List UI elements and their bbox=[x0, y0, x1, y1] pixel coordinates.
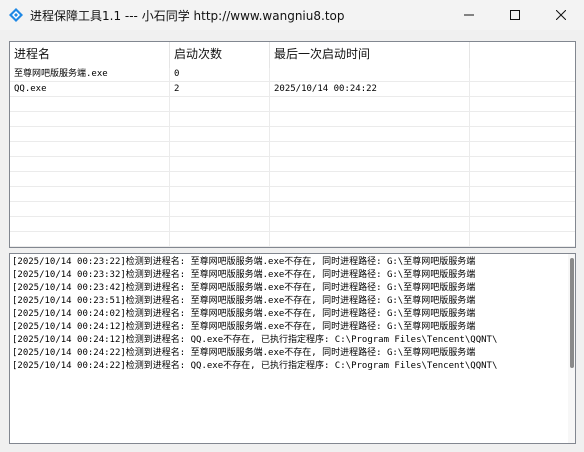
cell-process-name: QQ.exe bbox=[14, 84, 47, 94]
log-line: [2025/10/14 00:24:12]检测到进程名: 至尊网吧版服务端.ex… bbox=[12, 322, 476, 332]
column-header-last-launch-time[interactable]: 最后一次启动时间 bbox=[270, 42, 470, 68]
minimize-button[interactable] bbox=[446, 0, 492, 30]
window-title: 进程保障工具1.1 --- 小石同学 http://www.wangniu8.t… bbox=[30, 9, 345, 23]
log-line: [2025/10/14 00:24:22]检测到进程名: 至尊网吧版服务端.ex… bbox=[12, 348, 476, 358]
column-header-launch-count[interactable]: 启动次数 bbox=[170, 42, 270, 68]
log-output[interactable]: [2025/10/14 00:23:22]检测到进程名: 至尊网吧版服务端.ex… bbox=[9, 253, 576, 444]
cell-last-launch-time: 2025/10/14 00:24:22 bbox=[274, 84, 377, 94]
process-list[interactable]: 进程名 启动次数 最后一次启动时间 至尊网吧版服务端.exe 0 QQ.exe … bbox=[9, 41, 576, 248]
list-header: 进程名 启动次数 最后一次启动时间 bbox=[10, 42, 575, 68]
log-scrollbar[interactable] bbox=[568, 254, 575, 443]
cell-launch-count: 2 bbox=[174, 84, 180, 94]
close-button[interactable] bbox=[538, 0, 584, 30]
cell-launch-count: 0 bbox=[174, 69, 180, 79]
log-line: [2025/10/14 00:23:51]检测到进程名: 至尊网吧版服务端.ex… bbox=[12, 296, 476, 306]
title-bar[interactable]: 进程保障工具1.1 --- 小石同学 http://www.wangniu8.t… bbox=[0, 0, 584, 30]
maximize-button[interactable] bbox=[492, 0, 538, 30]
log-line: [2025/10/14 00:24:02]检测到进程名: 至尊网吧版服务端.ex… bbox=[12, 309, 476, 319]
minimize-icon bbox=[464, 14, 474, 16]
close-icon bbox=[556, 10, 566, 20]
log-line: [2025/10/14 00:24:12]检测到进程名: QQ.exe不存在, … bbox=[12, 335, 498, 345]
table-row[interactable]: 至尊网吧版服务端.exe 0 bbox=[10, 68, 575, 82]
scroll-thumb[interactable] bbox=[570, 258, 574, 368]
maximize-icon bbox=[510, 10, 520, 20]
column-header-process-name[interactable]: 进程名 bbox=[10, 42, 170, 68]
log-line: [2025/10/14 00:23:32]检测到进程名: 至尊网吧版服务端.ex… bbox=[12, 270, 476, 280]
log-line: [2025/10/14 00:23:22]检测到进程名: 至尊网吧版服务端.ex… bbox=[12, 257, 476, 267]
app-icon bbox=[9, 8, 23, 22]
log-line: [2025/10/14 00:24:22]检测到进程名: QQ.exe不存在, … bbox=[12, 361, 498, 371]
log-line: [2025/10/14 00:23:42]检测到进程名: 至尊网吧版服务端.ex… bbox=[12, 283, 476, 293]
table-row[interactable]: QQ.exe 2 2025/10/14 00:24:22 bbox=[10, 83, 575, 97]
cell-process-name: 至尊网吧版服务端.exe bbox=[14, 69, 108, 79]
cell-last-launch-time bbox=[270, 68, 470, 81]
